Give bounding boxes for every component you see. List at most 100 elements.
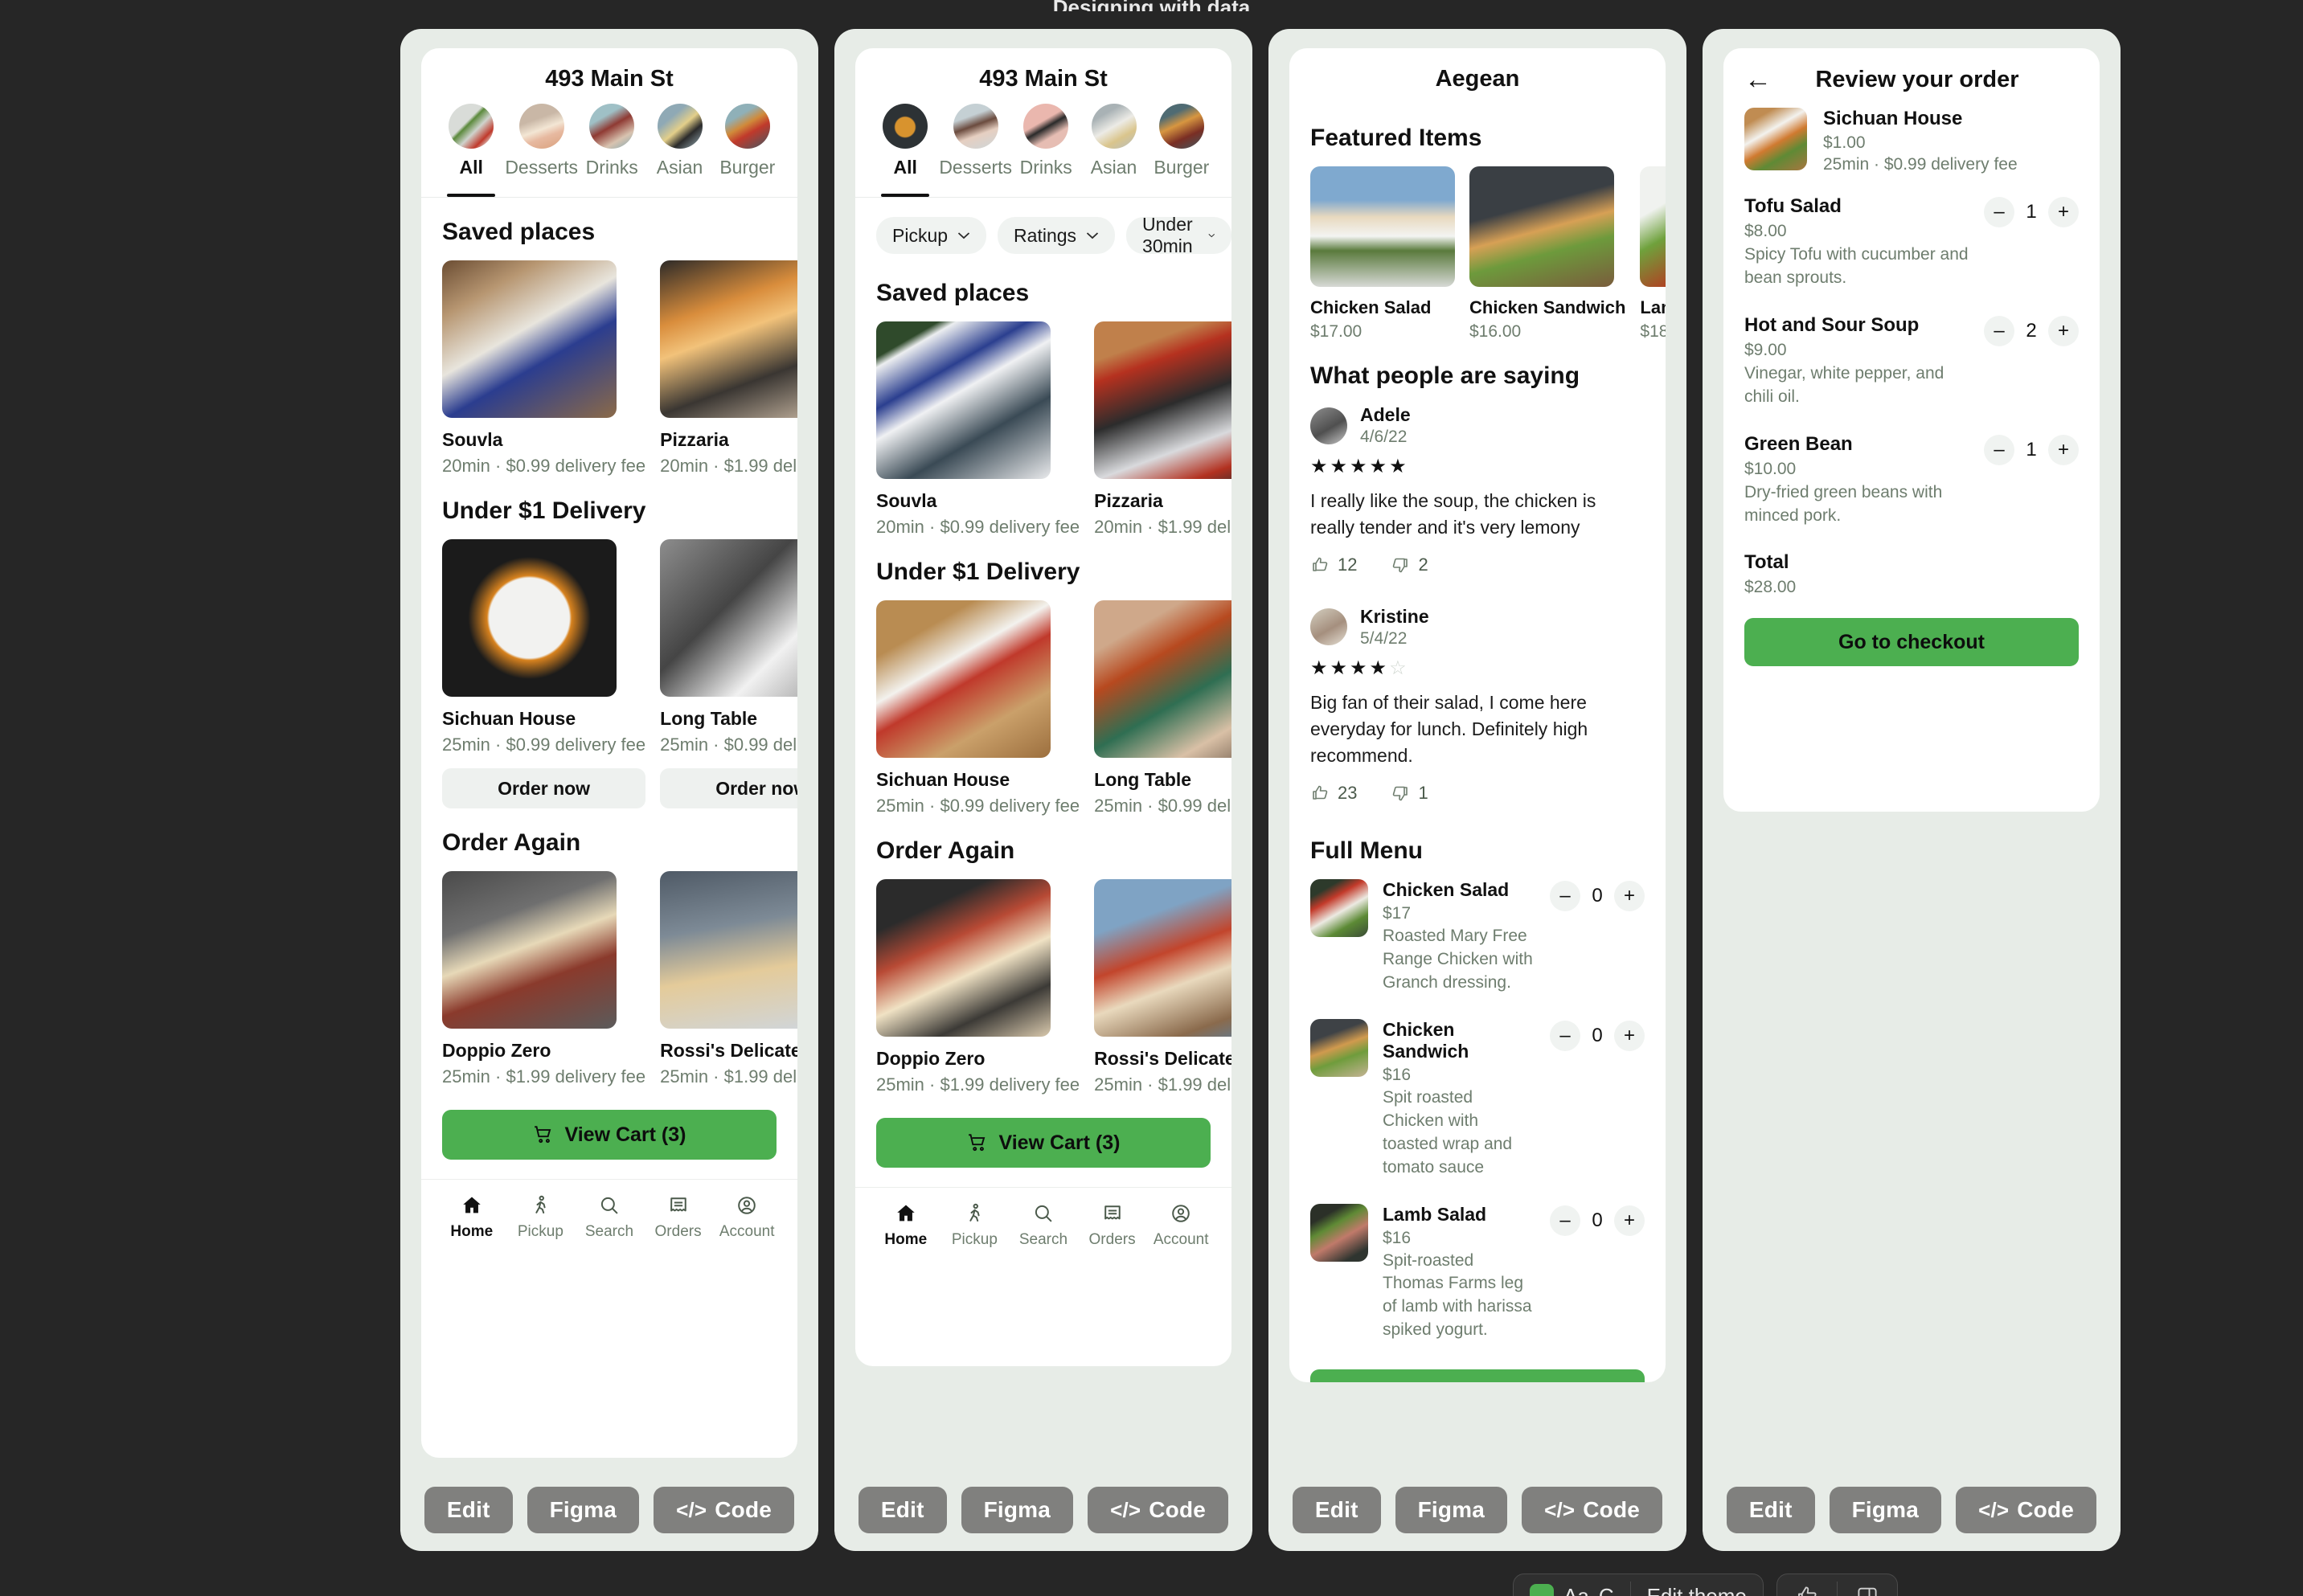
filter-chip-ratings[interactable]: Ratings bbox=[998, 217, 1116, 254]
go-to-checkout-button[interactable]: Go to checkout bbox=[1744, 618, 2079, 667]
featured-card[interactable]: Chicken Sandwich $16.00 bbox=[1469, 166, 1625, 342]
edit-theme-button[interactable]: Edit theme bbox=[1631, 1574, 1763, 1596]
restaurant-name: Long Table bbox=[660, 708, 758, 729]
category-drinks[interactable]: Drinks bbox=[1012, 104, 1080, 197]
decrement-button[interactable]: – bbox=[1984, 197, 2014, 227]
category-burger[interactable]: Burger bbox=[1148, 104, 1215, 197]
restaurant-card[interactable]: Souvla 20min · $0.99 delivery fee bbox=[876, 321, 1080, 538]
tab-orders[interactable]: Orders bbox=[1078, 1202, 1147, 1249]
tab-search[interactable]: Search bbox=[1009, 1202, 1078, 1249]
accent-color-swatch[interactable] bbox=[1530, 1584, 1554, 1596]
decrement-button[interactable]: – bbox=[1984, 315, 2014, 346]
theme-color-swatch-cell[interactable]: Aa C bbox=[1514, 1574, 1630, 1596]
tab-account[interactable]: Account bbox=[1146, 1202, 1215, 1249]
category-desserts[interactable]: Desserts bbox=[505, 104, 578, 197]
saved-places-carousel[interactable]: Souvla 20min · $0.99 delivery fee Pizzar… bbox=[855, 321, 1231, 538]
category-burger[interactable]: Burger bbox=[714, 104, 781, 197]
featured-card[interactable]: Lamb Salad $18.00 bbox=[1640, 166, 1666, 342]
figma-button[interactable]: Figma bbox=[527, 1487, 640, 1533]
category-all[interactable]: All bbox=[437, 104, 505, 197]
edit-button[interactable]: Edit bbox=[858, 1487, 947, 1533]
order-item-name: Tofu Salad bbox=[1744, 195, 1842, 217]
figma-button[interactable]: Figma bbox=[1829, 1487, 1942, 1533]
panel-toggle-button[interactable] bbox=[1838, 1574, 1897, 1596]
order-now-button[interactable]: Order now bbox=[660, 768, 797, 808]
menu-item-desc: Spit roasted Chicken with toasted wrap a… bbox=[1383, 1087, 1513, 1177]
category-asian[interactable]: Asian bbox=[645, 104, 713, 197]
restaurant-card[interactable]: Rossi's Delicatessen 25min · $1.99 deliv… bbox=[660, 871, 797, 1087]
decrement-button[interactable]: – bbox=[1550, 880, 1580, 911]
under-one-dollar-carousel[interactable]: Sichuan House 25min · $0.99 delivery fee… bbox=[855, 600, 1231, 816]
restaurant-name: Sichuan House bbox=[442, 708, 576, 729]
thumbs-up-button[interactable] bbox=[1777, 1574, 1837, 1596]
tab-home[interactable]: Home bbox=[437, 1194, 506, 1241]
restaurant-card[interactable]: Doppio Zero 25min · $1.99 delivery fee bbox=[442, 871, 645, 1087]
tab-orders[interactable]: Orders bbox=[644, 1194, 713, 1241]
decrement-button[interactable]: – bbox=[1984, 434, 2014, 465]
like-button[interactable]: 23 bbox=[1310, 783, 1357, 804]
category-drinks[interactable]: Drinks bbox=[578, 104, 645, 197]
tab-search[interactable]: Search bbox=[575, 1194, 644, 1241]
dislike-button[interactable]: 2 bbox=[1391, 555, 1428, 575]
restaurant-card[interactable]: Rossi's Delicatessen 25min · $1.99 deliv… bbox=[1094, 879, 1231, 1095]
tab-pickup[interactable]: Pickup bbox=[940, 1202, 1010, 1249]
code-button[interactable]: </> Code bbox=[1956, 1487, 2097, 1533]
edit-button[interactable]: Edit bbox=[1292, 1487, 1381, 1533]
filter-chip-pickup[interactable]: Pickup bbox=[876, 217, 987, 254]
decrement-button[interactable]: – bbox=[1550, 1020, 1580, 1051]
category-desserts[interactable]: Desserts bbox=[939, 104, 1012, 197]
increment-button[interactable]: + bbox=[2048, 197, 2079, 227]
category-all[interactable]: All bbox=[871, 104, 939, 197]
home-icon bbox=[897, 1205, 915, 1222]
category-label: All bbox=[893, 157, 917, 178]
tab-home[interactable]: Home bbox=[871, 1202, 940, 1249]
featured-carousel[interactable]: Chicken Salad $17.00 Chicken Sandwich $1… bbox=[1289, 166, 1666, 342]
category-asian[interactable]: Asian bbox=[1080, 104, 1147, 197]
decrement-button[interactable]: – bbox=[1550, 1205, 1580, 1236]
quantity-stepper: – 0 + bbox=[1550, 879, 1645, 911]
restaurant-card[interactable]: Doppio Zero 25min · $1.99 delivery fee bbox=[876, 879, 1080, 1095]
dislike-button[interactable]: 1 bbox=[1391, 783, 1428, 804]
saved-places-carousel[interactable]: Souvla 20min · $0.99 delivery fee Pizzar… bbox=[421, 260, 797, 477]
phone-screen-review-order: ← Review your order Sichuan House $1.00 … bbox=[1723, 48, 2100, 812]
restaurant-card[interactable]: Souvla 20min · $0.99 delivery fee bbox=[442, 260, 645, 477]
menu-item[interactable]: Chicken Sandwich $16 Spit roasted Chicke… bbox=[1289, 1018, 1666, 1204]
order-now-button[interactable]: Order now bbox=[442, 768, 646, 808]
order-again-carousel[interactable]: Doppio Zero 25min · $1.99 delivery fee R… bbox=[855, 879, 1231, 1095]
like-button[interactable]: 12 bbox=[1310, 555, 1357, 575]
menu-item[interactable]: Chicken Salad $17 Roasted Mary Free Rang… bbox=[1289, 878, 1666, 1019]
tab-pickup[interactable]: Pickup bbox=[506, 1194, 576, 1241]
restaurant-card[interactable]: Long Table 25min · $0.99 delivery fee bbox=[1094, 600, 1231, 816]
review-actions: 23 1 bbox=[1310, 783, 1645, 804]
increment-button[interactable]: + bbox=[1614, 880, 1645, 911]
code-button[interactable]: </> Code bbox=[1522, 1487, 1663, 1533]
edit-button[interactable]: Edit bbox=[1726, 1487, 1815, 1533]
restaurant-card[interactable]: Long Table 25min · $0.99 delivery fee Or… bbox=[660, 539, 797, 808]
figma-button[interactable]: Figma bbox=[961, 1487, 1074, 1533]
order-item-name: Hot and Sour Soup bbox=[1744, 313, 1920, 336]
restaurant-card[interactable]: Sichuan House 25min · $0.99 delivery fee bbox=[876, 600, 1080, 816]
edit-button[interactable]: Edit bbox=[424, 1487, 513, 1533]
tab-account[interactable]: Account bbox=[712, 1194, 781, 1241]
figma-button[interactable]: Figma bbox=[1395, 1487, 1508, 1533]
featured-card[interactable]: Chicken Salad $17.00 bbox=[1310, 166, 1455, 342]
filter-chip-under-30min[interactable]: Under 30min bbox=[1126, 214, 1231, 256]
featured-name: Lamb Salad bbox=[1640, 297, 1666, 317]
restaurant-card[interactable]: Pizzaria 20min · $1.99 delivery fee bbox=[1094, 321, 1231, 538]
bottom-tabbar: Home Pickup Search Orders Account bbox=[855, 1187, 1231, 1260]
increment-button[interactable]: + bbox=[1614, 1020, 1645, 1051]
code-button[interactable]: </> Code bbox=[1088, 1487, 1229, 1533]
under-one-dollar-carousel[interactable]: Sichuan House 25min · $0.99 delivery fee… bbox=[421, 539, 797, 808]
view-cart-button[interactable]: View Cart (3) bbox=[876, 1118, 1211, 1168]
restaurant-card[interactable]: Sichuan House 25min · $0.99 delivery fee… bbox=[442, 539, 646, 808]
restaurant-card[interactable]: Pizzaria 20min · $1.99 delivery fee bbox=[660, 260, 797, 477]
view-cart-button[interactable]: View Cart (3) bbox=[442, 1110, 777, 1160]
increment-button[interactable]: + bbox=[1614, 1205, 1645, 1236]
font-label: Aa bbox=[1563, 1583, 1589, 1596]
code-button[interactable]: </> Code bbox=[654, 1487, 795, 1533]
increment-button[interactable]: + bbox=[2048, 434, 2079, 465]
menu-item[interactable]: Lamb Salad $16 Spit-roasted Thomas Farms… bbox=[1289, 1203, 1666, 1367]
view-cart-button[interactable]: View cart (3) bbox=[1310, 1369, 1645, 1382]
order-again-carousel[interactable]: Doppio Zero 25min · $1.99 delivery fee R… bbox=[421, 871, 797, 1087]
increment-button[interactable]: + bbox=[2048, 315, 2079, 346]
